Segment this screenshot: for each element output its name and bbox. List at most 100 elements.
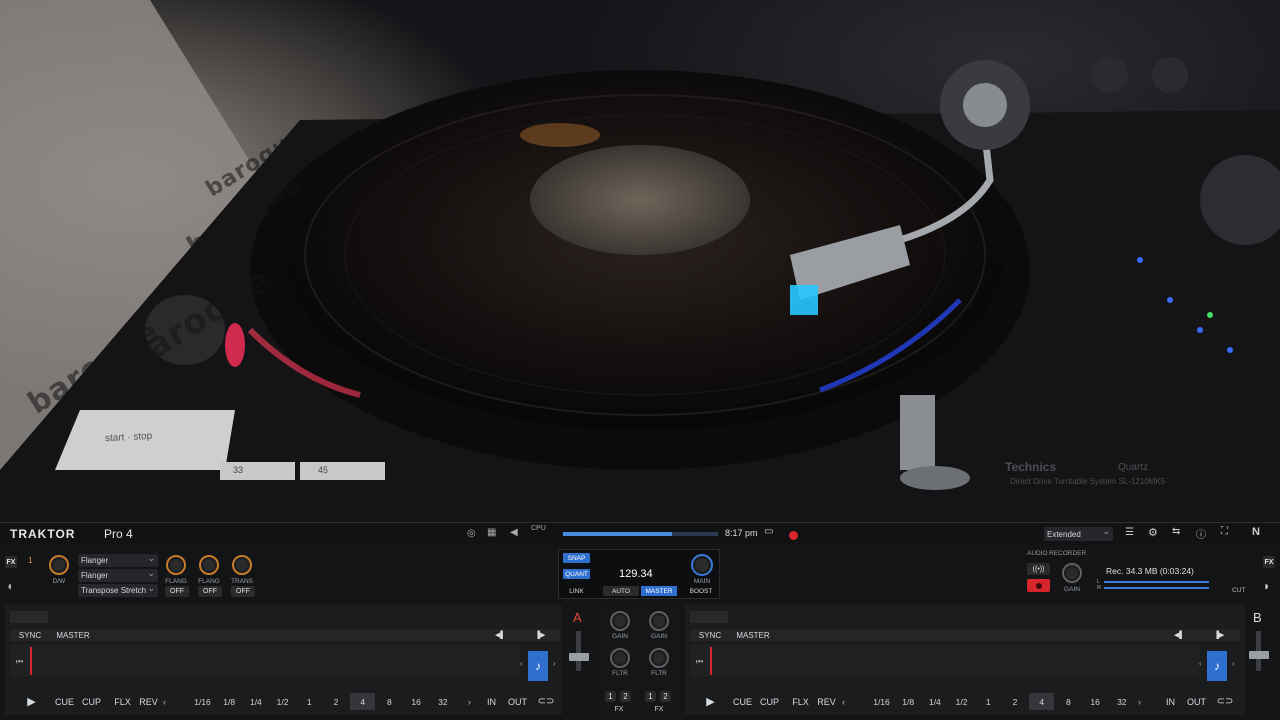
info-icon[interactable]: ⓘ xyxy=(1196,526,1206,541)
master-button[interactable]: MASTER xyxy=(641,586,677,596)
deck-a-master-button[interactable]: MASTER xyxy=(54,629,92,641)
deck-a-waveform[interactable] xyxy=(10,645,520,677)
fx-toggle-right[interactable]: FX xyxy=(1263,556,1275,568)
deck-b-sync-button[interactable]: SYNC xyxy=(694,629,726,641)
fx-assign-b-2[interactable]: 2 xyxy=(660,691,671,702)
deck-a-loop-icon[interactable]: ⊂⊃ xyxy=(535,693,557,710)
speaker-icon[interactable]: ◀ xyxy=(510,527,518,538)
deck-a-loop-size-button[interactable]: 16 xyxy=(404,693,429,710)
deck-b-rewind-icon[interactable]: ⏮ xyxy=(696,657,703,667)
deck-a-loop-size-button[interactable]: 1/16 xyxy=(190,693,215,710)
dw-knob[interactable] xyxy=(49,555,69,575)
deck-a-loop-size-button[interactable]: 8 xyxy=(377,693,402,710)
layout-select[interactable]: Extended xyxy=(1044,526,1113,541)
fx-toggle-left[interactable]: FX xyxy=(5,556,17,568)
controller-icon[interactable]: ▦ xyxy=(487,527,496,538)
deck-a-cue-button[interactable]: CUE xyxy=(52,693,77,710)
main-volume-knob[interactable] xyxy=(691,554,713,576)
deck-b-loop-size-button[interactable]: 1 xyxy=(976,693,1001,710)
link-icon[interactable]: ⇆ xyxy=(1172,526,1180,537)
fx-button-2[interactable]: OFF xyxy=(198,586,222,597)
recorder-gain-knob[interactable] xyxy=(1062,563,1082,583)
deck-b-flx-button[interactable]: FLX xyxy=(788,693,813,710)
auto-button[interactable]: AUTO xyxy=(603,586,639,596)
deck-a-beatjump-back-icon[interactable]: ◀▌ xyxy=(495,631,505,639)
deck-a-flx-button[interactable]: FLX xyxy=(110,693,135,710)
deck-a-loop-size-button[interactable]: 1/4 xyxy=(243,693,268,710)
gain-knob-b[interactable] xyxy=(649,611,669,631)
deck-b-rev-button[interactable]: REV xyxy=(813,693,840,710)
deck-b-play-button[interactable]: ▶ xyxy=(698,693,723,710)
deck-a-loop-size-button[interactable]: 1/8 xyxy=(217,693,242,710)
deck-b-beatjump-back-icon[interactable]: ◀▌ xyxy=(1174,631,1184,639)
boost-button[interactable]: BOOST xyxy=(685,586,717,596)
deck-a-sync-button[interactable]: SYNC xyxy=(14,629,46,641)
fx-knob-1[interactable] xyxy=(166,555,186,575)
deck-a-cup-button[interactable]: CUP xyxy=(79,693,104,710)
deck-b-keylock-icon[interactable]: ♪ xyxy=(1207,651,1227,681)
fx-button-1[interactable]: OFF xyxy=(165,586,189,597)
deck-a-loop-next-icon[interactable]: › xyxy=(468,697,471,707)
fx-side-icon[interactable]: ◖ xyxy=(6,579,13,593)
deck-b-loop-size-button[interactable]: 4 xyxy=(1029,693,1055,710)
deck-a-rewind-icon[interactable]: ⏮ xyxy=(16,657,23,667)
deck-b-loop-size-button[interactable]: 8 xyxy=(1056,693,1081,710)
deck-b-cue-button[interactable]: CUE xyxy=(730,693,755,710)
deck-b-beatjump-fwd-icon[interactable]: ▐▶ xyxy=(1214,631,1224,639)
deck-b-loop-size-button[interactable]: 16 xyxy=(1083,693,1108,710)
fx-slot-3-select[interactable]: Transpose Stretch xyxy=(78,583,158,597)
fx-assign-b-1[interactable]: 1 xyxy=(645,691,656,702)
fx-side-icon-right[interactable]: ◗ xyxy=(1263,579,1270,593)
gain-knob-a[interactable] xyxy=(610,611,630,631)
fx-knob-2[interactable] xyxy=(199,555,219,575)
deck-b-loop-size-button[interactable]: 2 xyxy=(1003,693,1028,710)
deck-a-loop-size-button[interactable]: 4 xyxy=(350,693,376,710)
deck-a-loop-size-button[interactable]: 2 xyxy=(324,693,349,710)
deck-b-loop-size-button[interactable]: 1/8 xyxy=(896,693,921,710)
deck-b-key-up-icon[interactable]: › xyxy=(1232,659,1235,668)
link-button[interactable]: LINK xyxy=(563,586,590,596)
filter-knob-b[interactable] xyxy=(649,648,669,668)
deck-b-loop-size-button[interactable]: 1/2 xyxy=(949,693,974,710)
deck-b-loop-icon[interactable]: ⊂⊃ xyxy=(1214,693,1236,710)
deck-a-key-up-icon[interactable]: › xyxy=(553,659,556,668)
fullscreen-icon[interactable]: ⛶ xyxy=(1221,526,1228,537)
deck-b-tempo-cap[interactable] xyxy=(1249,651,1269,659)
fx-button-3[interactable]: OFF xyxy=(231,586,255,597)
deck-b-loop-size-button[interactable]: 32 xyxy=(1109,693,1134,710)
deck-a-beatjump-fwd-icon[interactable]: ▐▶ xyxy=(535,631,545,639)
fx-assign-a-1[interactable]: 1 xyxy=(605,691,616,702)
deck-b-waveform[interactable] xyxy=(690,645,1200,677)
deck-a-tempo-cap[interactable] xyxy=(569,653,589,661)
deck-a-in-button[interactable]: IN xyxy=(479,693,504,710)
deck-a-loop-size-button[interactable]: 1/2 xyxy=(270,693,295,710)
deck-b-loop-size-button[interactable]: 1/16 xyxy=(869,693,894,710)
deck-b-loop-size-button[interactable]: 1/4 xyxy=(922,693,947,710)
deck-a-out-button[interactable]: OUT xyxy=(505,693,530,710)
fx-slot-2-select[interactable]: Flanger xyxy=(78,568,158,582)
fx-slot-1-select[interactable]: Flanger xyxy=(78,553,158,567)
quant-button[interactable]: QUANT xyxy=(563,569,590,579)
filter-knob-a[interactable] xyxy=(610,648,630,668)
deck-a-keylock-icon[interactable]: ♪ xyxy=(528,651,548,681)
deck-b-loop-prev-icon[interactable]: ‹ xyxy=(842,697,845,707)
deck-a-play-button[interactable]: ▶ xyxy=(19,693,44,710)
deck-b-master-button[interactable]: MASTER xyxy=(734,629,772,641)
fx-assign-a-2[interactable]: 2 xyxy=(620,691,631,702)
deck-a-loop-size-button[interactable]: 1 xyxy=(297,693,322,710)
snap-button[interactable]: SNAP xyxy=(563,553,590,563)
deck-b-key-down-icon[interactable]: ‹ xyxy=(1199,659,1202,668)
deck-b-cup-button[interactable]: CUP xyxy=(757,693,782,710)
deck-b-in-button[interactable]: IN xyxy=(1158,693,1183,710)
browser-icon[interactable]: ☰ xyxy=(1125,527,1134,538)
record-button[interactable] xyxy=(1027,579,1050,592)
deck-b-out-button[interactable]: OUT xyxy=(1184,693,1209,710)
deck-b-loop-next-icon[interactable]: › xyxy=(1138,697,1141,707)
deck-a-rev-button[interactable]: REV xyxy=(135,693,162,710)
deck-a-tempo-fader[interactable] xyxy=(576,631,581,671)
broadcast-icon[interactable]: ((•)) xyxy=(1027,563,1050,575)
deck-a-loop-size-button[interactable]: 32 xyxy=(430,693,455,710)
deck-a-key-down-icon[interactable]: ‹ xyxy=(520,659,523,668)
fx-knob-3[interactable] xyxy=(232,555,252,575)
deck-a-loop-prev-icon[interactable]: ‹ xyxy=(163,697,166,707)
